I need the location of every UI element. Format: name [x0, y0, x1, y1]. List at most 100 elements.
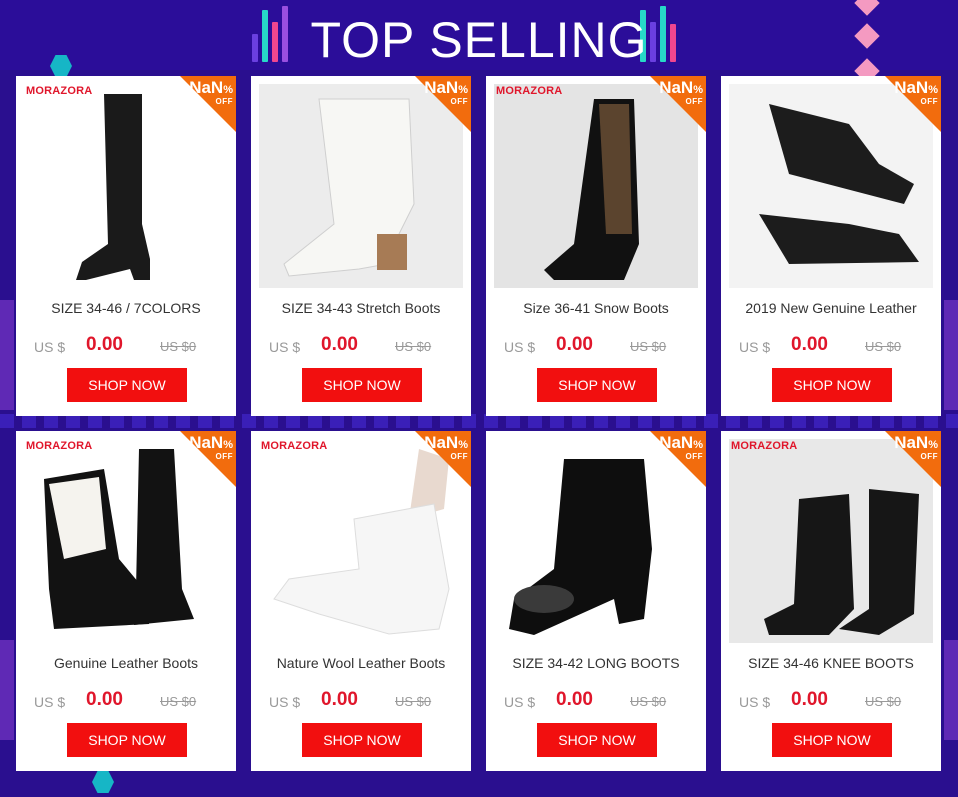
current-price: 0.00 [791, 334, 828, 355]
discount-value: NaN [424, 78, 459, 97]
currency-label: US $ [269, 339, 301, 355]
discount-percent: % [223, 84, 233, 96]
current-price: 0.00 [86, 334, 123, 355]
original-price: US $0 [865, 339, 902, 354]
currency-label: US $ [739, 339, 771, 355]
product-card[interactable]: MORAZORA NaN% OFF Nature Wool Leather Bo… [251, 431, 471, 771]
discount-badge: NaN% OFF [659, 79, 703, 106]
original-price: US $0 [630, 339, 667, 354]
discount-percent: % [928, 439, 938, 451]
discount-badge: NaN% OFF [894, 79, 938, 106]
price-row: US $ 0.00 US $0 [739, 689, 929, 713]
current-price: 0.00 [556, 689, 593, 710]
discount-value: NaN [894, 433, 929, 452]
shop-now-button[interactable]: SHOP NOW [302, 368, 422, 402]
divider-band [0, 414, 958, 428]
shop-now-button[interactable]: SHOP NOW [537, 723, 657, 757]
discount-badge: NaN% OFF [189, 79, 233, 106]
current-price: 0.00 [321, 334, 358, 355]
product-card[interactable]: MORAZORA NaN% OFF SIZE 34-46 KNEE BOOTS … [721, 431, 941, 771]
product-name[interactable]: SIZE 34-42 LONG BOOTS [486, 655, 706, 671]
price-row: US $ 0.00 US $0 [504, 334, 694, 358]
discount-off-label: OFF [685, 97, 703, 106]
discount-value: NaN [659, 78, 694, 97]
left-decor-strip [0, 300, 14, 410]
price-row: US $ 0.00 US $0 [739, 334, 929, 358]
price-row: US $ 0.00 US $0 [34, 334, 224, 358]
currency-label: US $ [739, 694, 771, 710]
discount-percent: % [458, 84, 468, 96]
currency-label: US $ [34, 694, 66, 710]
shop-now-button[interactable]: SHOP NOW [67, 368, 187, 402]
discount-badge: NaN% OFF [424, 434, 468, 461]
product-name[interactable]: Genuine Leather Boots [16, 655, 236, 671]
discount-percent: % [223, 439, 233, 451]
discount-off-label: OFF [920, 97, 938, 106]
current-price: 0.00 [86, 689, 123, 710]
product-name[interactable]: SIZE 34-43 Stretch Boots [251, 300, 471, 316]
shop-now-button[interactable]: SHOP NOW [67, 723, 187, 757]
product-name[interactable]: 2019 New Genuine Leather [721, 300, 941, 316]
shop-now-button[interactable]: SHOP NOW [537, 368, 657, 402]
discount-value: NaN [659, 433, 694, 452]
product-card[interactable]: MORAZORA NaN% OFF SIZE 34-46 / 7COLORS U… [16, 76, 236, 416]
discount-off-label: OFF [685, 452, 703, 461]
discount-badge: NaN% OFF [894, 434, 938, 461]
product-name[interactable]: Nature Wool Leather Boots [251, 655, 471, 671]
discount-off-label: OFF [215, 452, 233, 461]
brand-label: MORAZORA [496, 85, 563, 97]
discount-value: NaN [189, 433, 224, 452]
brand-label: MORAZORA [261, 440, 328, 452]
discount-percent: % [693, 439, 703, 451]
product-name[interactable]: Size 36-41 Snow Boots [486, 300, 706, 316]
discount-value: NaN [894, 78, 929, 97]
currency-label: US $ [504, 694, 536, 710]
discount-value: NaN [189, 78, 224, 97]
original-price: US $0 [395, 694, 432, 709]
price-row: US $ 0.00 US $0 [269, 689, 459, 713]
discount-value: NaN [424, 433, 459, 452]
discount-off-label: OFF [450, 97, 468, 106]
product-card[interactable]: NaN% OFF 2019 New Genuine Leather US $ 0… [721, 76, 941, 416]
discount-off-label: OFF [920, 452, 938, 461]
product-card[interactable]: NaN% OFF SIZE 34-42 LONG BOOTS US $ 0.00… [486, 431, 706, 771]
shop-now-button[interactable]: SHOP NOW [302, 723, 422, 757]
original-price: US $0 [865, 694, 902, 709]
currency-label: US $ [504, 339, 536, 355]
product-name[interactable]: SIZE 34-46 / 7COLORS [16, 300, 236, 316]
product-card[interactable]: MORAZORA NaN% OFF Size 36-41 Snow Boots … [486, 76, 706, 416]
brand-label: MORAZORA [26, 440, 93, 452]
brand-label: MORAZORA [731, 440, 798, 452]
original-price: US $0 [160, 694, 197, 709]
brand-label: MORAZORA [26, 85, 93, 97]
original-price: US $0 [630, 694, 667, 709]
discount-badge: NaN% OFF [659, 434, 703, 461]
product-card[interactable]: NaN% OFF SIZE 34-43 Stretch Boots US $ 0… [251, 76, 471, 416]
original-price: US $0 [160, 339, 197, 354]
shop-now-button[interactable]: SHOP NOW [772, 723, 892, 757]
discount-percent: % [928, 84, 938, 96]
discount-percent: % [693, 84, 703, 96]
page-title: TOP SELLING [310, 12, 648, 68]
price-row: US $ 0.00 US $0 [34, 689, 224, 713]
discount-off-label: OFF [450, 452, 468, 461]
current-price: 0.00 [321, 689, 358, 710]
discount-off-label: OFF [215, 97, 233, 106]
hexagon-decor [92, 771, 114, 793]
right-decor-strip [944, 300, 958, 410]
current-price: 0.00 [556, 334, 593, 355]
original-price: US $0 [395, 339, 432, 354]
currency-label: US $ [269, 694, 301, 710]
currency-label: US $ [34, 339, 66, 355]
left-decor-strip-lower [0, 640, 14, 740]
discount-percent: % [458, 439, 468, 451]
product-card[interactable]: MORAZORA NaN% OFF Genuine Leather Boots … [16, 431, 236, 771]
discount-badge: NaN% OFF [189, 434, 233, 461]
shop-now-button[interactable]: SHOP NOW [772, 368, 892, 402]
right-decor-strip-lower [944, 640, 958, 740]
product-name[interactable]: SIZE 34-46 KNEE BOOTS [721, 655, 941, 671]
price-row: US $ 0.00 US $0 [504, 689, 694, 713]
discount-badge: NaN% OFF [424, 79, 468, 106]
price-row: US $ 0.00 US $0 [269, 334, 459, 358]
current-price: 0.00 [791, 689, 828, 710]
